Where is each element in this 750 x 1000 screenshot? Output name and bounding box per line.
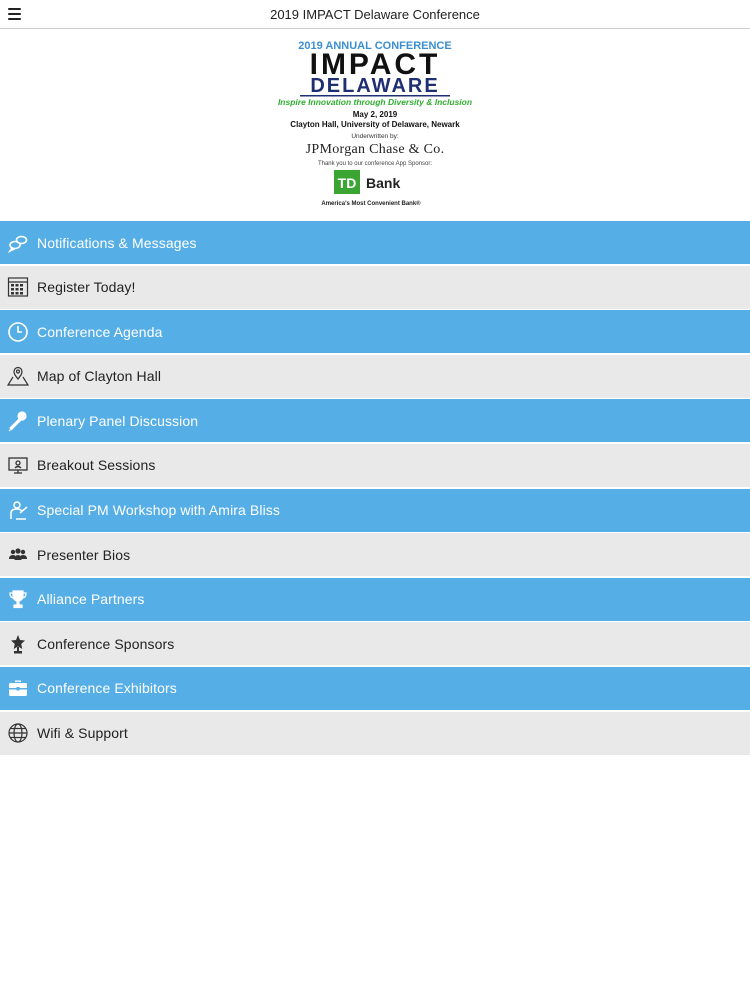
menu-item-label: Conference Exhibitors <box>37 680 177 697</box>
page-title: 2019 IMPACT Delaware Conference <box>270 6 480 22</box>
menu-item-plenary[interactable]: Plenary Panel Discussion <box>0 399 750 443</box>
trophy-icon <box>7 588 29 610</box>
menu-item-register[interactable]: Register Today! <box>0 265 750 309</box>
people-icon <box>7 544 29 566</box>
location-text: Clayton Hall, University of Delaware, Ne… <box>290 120 460 129</box>
hamburger-menu-icon[interactable] <box>8 8 21 20</box>
presentation-icon <box>7 454 29 476</box>
menu-item-exhibitors[interactable]: Conference Exhibitors <box>0 666 750 710</box>
briefcase-icon <box>7 677 29 699</box>
menu-item-label: Special PM Workshop with Amira Bliss <box>37 502 280 519</box>
menu-item-breakout[interactable]: Breakout Sessions <box>0 443 750 487</box>
top-bar: 2019 IMPACT Delaware Conference <box>0 0 750 29</box>
tagline-text: Inspire Innovation through Diversity & I… <box>278 97 472 107</box>
menu-item-notifications[interactable]: Notifications & Messages <box>0 221 750 264</box>
menu-item-wifi-support[interactable]: Wifi & Support <box>0 711 750 755</box>
globe-icon <box>7 722 29 744</box>
clock-icon <box>7 321 29 343</box>
microphone-icon <box>7 410 29 432</box>
menu-item-map[interactable]: Map of Clayton Hall <box>0 354 750 398</box>
sponsor-thanks-text: Thank you to our conference App Sponsor: <box>318 161 432 167</box>
menu-item-presenter-bios[interactable]: Presenter Bios <box>0 533 750 577</box>
speaker-icon <box>7 499 29 521</box>
menu-item-agenda[interactable]: Conference Agenda <box>0 310 750 354</box>
menu-item-label: Plenary Panel Discussion <box>37 412 199 429</box>
conference-banner: 2019 ANNUAL CONFERENCE IMPACT DELAWARE I… <box>0 29 750 221</box>
menu-item-workshop[interactable]: Special PM Workshop with Amira Bliss <box>0 488 750 532</box>
menu-item-label: Notifications & Messages <box>37 234 197 251</box>
main-menu: Notifications & Messages Register Today!… <box>0 221 750 756</box>
menu-item-label: Alliance Partners <box>37 591 145 608</box>
td-logo-letters: TD <box>338 175 357 191</box>
menu-item-label: Conference Sponsors <box>37 635 175 652</box>
menu-item-alliance-partners[interactable]: Alliance Partners <box>0 577 750 621</box>
menu-item-label: Register Today! <box>37 279 136 296</box>
menu-item-label: Breakout Sessions <box>37 457 156 474</box>
bank-text: Bank <box>366 175 400 191</box>
calendar-icon <box>7 276 29 298</box>
menu-item-label: Map of Clayton Hall <box>37 368 162 385</box>
banner-graphic: 2019 ANNUAL CONFERENCE IMPACT DELAWARE I… <box>278 40 472 207</box>
date-text: May 2, 2019 <box>353 110 398 119</box>
menu-item-label: Wifi & Support <box>37 725 128 742</box>
menu-item-sponsors[interactable]: Conference Sponsors <box>0 622 750 666</box>
award-icon <box>7 633 29 655</box>
underwritten-text: Underwritten by: <box>351 133 399 140</box>
menu-item-label: Conference Agenda <box>37 323 163 340</box>
delaware-logo-text: DELAWARE <box>310 75 439 97</box>
bank-slogan-text: America's Most Convenient Bank® <box>321 200 421 207</box>
chat-bubbles-icon <box>7 232 29 254</box>
jpmorgan-logo-text: JPMorgan Chase & Co. <box>306 142 445 157</box>
map-pin-icon <box>7 365 29 387</box>
menu-item-label: Presenter Bios <box>37 546 131 563</box>
